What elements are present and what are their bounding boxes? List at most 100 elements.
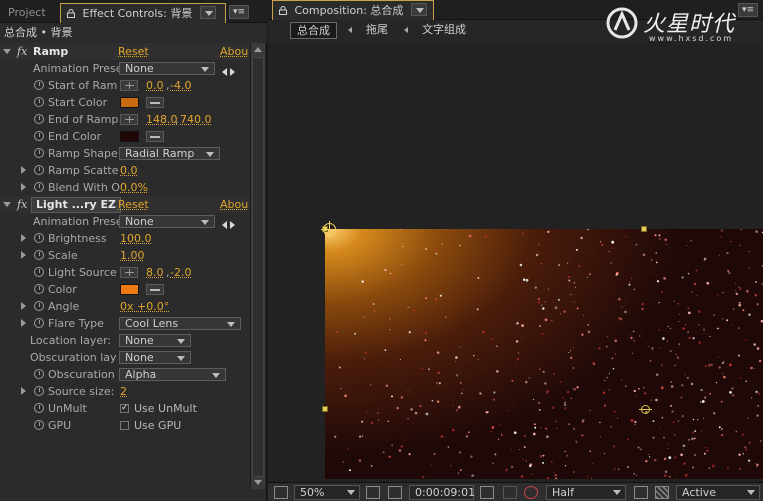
stopwatch-icon[interactable] [34,420,44,430]
region-of-interest-icon[interactable] [634,486,648,499]
stopwatch-icon[interactable] [34,233,44,243]
zoom-dropdown[interactable]: 50% [294,485,360,500]
collapse-icon[interactable] [3,202,11,207]
obscuration-dropdown[interactable]: Alpha [119,368,226,381]
end-of-ramp-x[interactable]: 148.0 [146,111,178,128]
stopwatch-icon[interactable] [34,148,44,158]
location-layer-dropdown[interactable]: None [119,334,191,347]
resolution-dropdown[interactable]: Half [546,485,626,500]
breadcrumb-item[interactable]: 文字组成 [416,22,472,39]
blend-value[interactable]: 0.0% [120,179,148,196]
eyedropper-icon[interactable] [146,131,164,142]
light-source-y[interactable]: -2.0 [170,264,191,281]
stopwatch-icon[interactable] [34,369,44,379]
expand-icon[interactable] [21,166,26,174]
expand-icon[interactable] [21,319,26,327]
expand-icon[interactable] [21,387,26,395]
composition-canvas[interactable] [325,229,763,479]
crosshair-icon[interactable] [120,114,138,125]
transparency-grid-icon[interactable] [655,486,669,499]
scroll-up-icon[interactable] [254,47,262,52]
breadcrumb-item[interactable]: 总合成 [290,22,337,39]
camera-view-dropdown[interactable]: Active Camera [676,485,760,501]
obscuration-layer-dropdown[interactable]: None [119,351,191,364]
unmult-checkbox[interactable]: ✓ [120,404,129,413]
expand-icon[interactable] [21,251,26,259]
stopwatch-icon[interactable] [34,284,44,294]
tab-composition[interactable]: Composition: 总合成 [272,0,434,20]
start-color-swatch[interactable] [120,97,139,108]
timecode-display[interactable]: 0:00:09:01 [409,485,475,500]
expand-icon[interactable] [21,183,26,191]
ramp-shape-dropdown[interactable]: Radial Ramp [119,147,220,160]
stopwatch-icon[interactable] [34,318,44,328]
stopwatch-icon[interactable] [34,80,44,90]
scroll-down-icon[interactable] [254,480,262,485]
stopwatch-icon[interactable] [34,267,44,277]
tab-dropdown-button[interactable] [410,3,427,16]
light-color-swatch[interactable] [120,284,139,295]
tab-dropdown-button[interactable] [199,6,216,19]
light-source-x[interactable]: 8.0 [146,264,164,281]
unmult-checkbox-label[interactable]: Use UnMult [134,400,197,417]
prev-preset-icon[interactable] [222,221,227,229]
stopwatch-icon[interactable] [34,182,44,192]
stopwatch-icon[interactable] [34,403,44,413]
gpu-checkbox[interactable] [120,421,129,430]
fx-icon[interactable]: fx [17,43,27,60]
stopwatch-icon[interactable] [34,301,44,311]
always-preview-icon[interactable] [274,486,288,499]
start-of-ramp-y[interactable]: -4.0 [170,77,191,94]
stopwatch-icon[interactable] [34,97,44,107]
scroll-thumb[interactable] [252,57,264,477]
show-snapshot-icon[interactable] [503,486,517,499]
layer-handle[interactable] [322,406,328,412]
next-preset-icon[interactable] [230,68,235,76]
about-link[interactable]: Abou [220,43,248,60]
eyedropper-icon[interactable] [146,97,164,108]
expand-icon[interactable] [21,302,26,310]
mask-visibility-icon[interactable] [388,486,402,499]
stopwatch-icon[interactable] [34,386,44,396]
expand-icon[interactable] [21,234,26,242]
ramp-point-icon[interactable] [639,405,652,414]
stopwatch-icon[interactable] [34,114,44,124]
lock-icon[interactable] [279,6,287,15]
layer-handle[interactable] [641,226,647,232]
scale-value[interactable]: 1.00 [120,247,145,264]
gpu-checkbox-label[interactable]: Use GPU [134,417,181,434]
grid-guide-icon[interactable] [366,486,380,499]
reset-button[interactable]: Reset [118,196,149,213]
next-preset-icon[interactable] [230,221,235,229]
stopwatch-icon[interactable] [34,250,44,260]
about-link[interactable]: Abou [220,196,248,213]
flare-type-dropdown[interactable]: Cool Lens [119,317,241,330]
fx-icon[interactable]: fx [17,196,27,213]
end-color-swatch[interactable] [120,131,139,142]
tab-project[interactable]: Project [2,3,52,23]
crosshair-icon[interactable] [120,267,138,278]
source-size-value[interactable]: 2 [120,383,127,400]
tab-effect-controls[interactable]: Effect Controls: 背景 [60,3,226,23]
angle-value[interactable]: 0x +0.0° [120,298,169,315]
reset-button[interactable]: Reset [118,43,149,60]
crosshair-icon[interactable] [120,80,138,91]
collapse-icon[interactable] [3,49,11,54]
panel-menu-button[interactable]: ▾≡ [229,5,249,19]
effect-header-light-factory[interactable]: fx Light ...ry EZ Reset Abou [0,196,250,213]
effect-header-ramp[interactable]: fx Ramp Reset Abou [0,43,250,60]
snapshot-camera-icon[interactable] [480,486,494,499]
breadcrumb-item[interactable]: 拖尾 [360,22,394,39]
vertical-scrollbar[interactable] [250,43,265,489]
stopwatch-icon[interactable] [34,131,44,141]
start-of-ramp-x[interactable]: 0.0 [146,77,164,94]
lock-icon[interactable] [67,9,75,18]
prev-preset-icon[interactable] [222,68,227,76]
light-source-point-icon[interactable] [321,221,338,238]
ramp-scatter-value[interactable]: 0.0 [120,162,138,179]
composition-viewer[interactable] [268,42,763,482]
end-of-ramp-y[interactable]: 740.0 [180,111,212,128]
animation-preset-dropdown[interactable]: None [119,215,215,228]
color-channels-icon[interactable] [524,486,538,499]
animation-preset-dropdown[interactable]: None [119,62,215,75]
